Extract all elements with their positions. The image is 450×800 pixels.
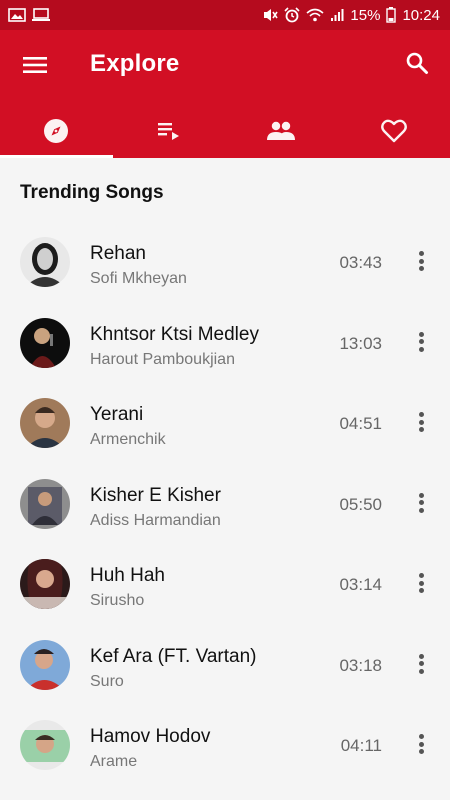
battery-icon [386,7,397,23]
artist-avatar [20,720,70,770]
artist-avatar [20,559,70,609]
song-duration: 13:03 [339,333,382,353]
song-artist: Adiss Harmandian [90,511,221,529]
section-title: Trending Songs [20,182,164,203]
song-row[interactable]: Yerani Armenchik 04:51 [0,381,450,462]
battery-percent: 15% [350,6,381,24]
artist-avatar [20,478,70,529]
more-options-button[interactable] [416,409,426,435]
mute-icon [262,7,279,23]
song-title: Kisher E Kisher [90,484,221,506]
song-duration: 04:51 [339,414,382,433]
song-row[interactable]: Khntsor Ktsi Medley Harout Pamboukjian 1… [0,301,450,382]
more-vert-icon [418,573,424,578]
tab-artists[interactable] [225,108,338,158]
song-artist: Arame [90,753,138,770]
search-button[interactable] [402,50,432,80]
more-options-button[interactable] [416,651,426,677]
song-row[interactable]: Hamov Hodov Arame 04:11 [0,703,450,784]
playlist-icon [157,121,181,146]
song-row[interactable]: Kef Ara (FT. Vartan) Suro 03:18 [0,623,450,704]
status-bar: 15% 10:24 [0,0,450,30]
status-right: 15% 10:24 [262,7,440,24]
more-options-button[interactable] [416,490,426,516]
app-bar: Explore [0,30,450,158]
song-duration: 04:11 [340,736,382,755]
more-vert-icon [418,331,424,337]
alarm-icon [284,7,300,23]
more-vert-icon [418,653,424,659]
search-icon [405,51,429,80]
clock: 10:24 [402,6,440,24]
song-title: Huh Hah [90,565,165,586]
page-title: Explore [90,50,180,77]
signal-icon [330,8,344,22]
song-artist: Armenchik [90,431,166,448]
screen-notification-icon [32,8,50,22]
song-artist: Sirusho [90,592,145,609]
song-title: Yerani [90,404,144,425]
status-left [8,8,50,22]
artist-avatar [20,639,70,690]
song-title: Rehan [90,243,146,264]
song-duration: 03:14 [339,575,382,594]
artist-avatar [20,237,70,287]
artist-avatar [20,317,70,368]
song-duration: 03:43 [339,253,382,272]
gallery-notification-icon [8,8,26,22]
compass-icon [43,118,69,149]
song-duration: 03:18 [339,655,382,675]
people-icon [266,121,296,146]
song-title: Kef Ara (FT. Vartan) [90,645,257,667]
song-row[interactable]: Kisher E Kisher Adiss Harmandian 05:50 [0,462,450,543]
more-vert-icon [418,412,424,417]
heart-icon [380,119,407,148]
song-artist: Harout Pamboukjian [90,350,235,368]
song-duration: 05:50 [339,494,382,514]
song-artist: Sofi Mkheyan [90,270,187,287]
tab-playlists[interactable] [113,108,226,158]
song-title: Khntsor Ktsi Medley [90,323,259,345]
tab-explore[interactable] [0,108,113,158]
tab-favorites[interactable] [338,108,450,158]
more-vert-icon [418,251,424,256]
artist-avatar [20,398,70,448]
song-artist: Suro [90,672,124,690]
wifi-icon [306,8,324,22]
menu-button[interactable] [20,52,50,82]
more-options-button[interactable] [416,248,426,274]
hamburger-menu-icon [23,56,47,79]
more-options-button[interactable] [416,731,426,757]
more-vert-icon [418,734,424,739]
song-row[interactable]: Rehan Sofi Mkheyan 03:43 [0,220,450,301]
more-options-button[interactable] [416,570,426,596]
tab-bar [0,108,450,158]
more-vert-icon [418,492,424,498]
song-list: Rehan Sofi Mkheyan 03:43 Khntsor Ktsi Me… [0,220,450,784]
song-title: Hamov Hodov [90,726,211,747]
more-options-button[interactable] [416,329,426,355]
song-row[interactable]: Huh Hah Sirusho 03:14 [0,542,450,623]
